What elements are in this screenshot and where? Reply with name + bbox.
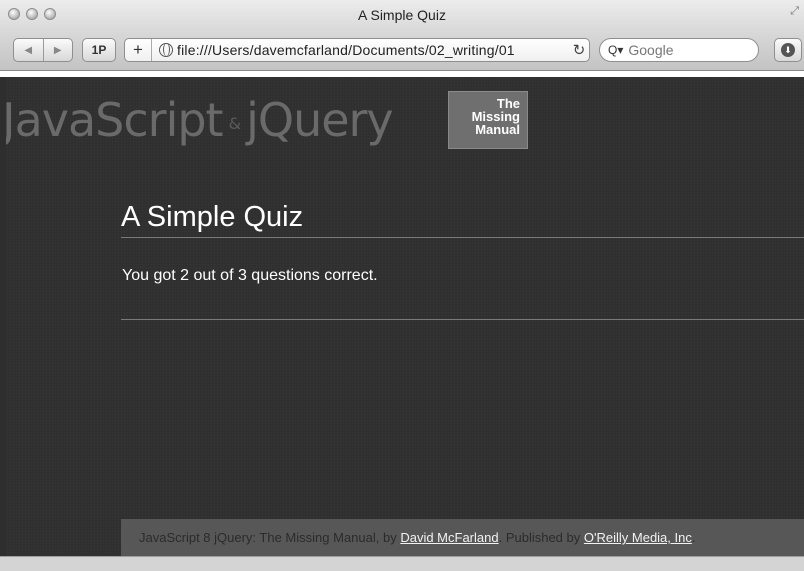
- download-icon: ⬇: [781, 43, 795, 57]
- footer-text: . Published by: [498, 530, 581, 545]
- back-button[interactable]: ◀: [14, 45, 43, 56]
- publisher-link[interactable]: O'Reilly Media, Inc: [584, 530, 692, 545]
- content-divider: [121, 319, 804, 320]
- window-titlebar: A Simple Quiz ⤢ ◀ ▶ 1P + file:///Users/d…: [0, 0, 804, 71]
- site-logo[interactable]: JavaScript & jQuery: [6, 93, 394, 147]
- downloads-button[interactable]: ⬇: [774, 38, 802, 62]
- window-title: A Simple Quiz: [358, 7, 446, 23]
- forward-button[interactable]: ▶: [44, 45, 73, 56]
- quiz-result: You got 2 out of 3 questions correct.: [122, 267, 378, 284]
- reload-icon[interactable]: ↻: [569, 41, 589, 59]
- window-status-bar: [0, 556, 804, 571]
- logo-jquery: jQuery: [246, 93, 394, 147]
- address-bar[interactable]: + file:///Users/davemcfarland/Documents/…: [124, 38, 590, 62]
- browser-window: A Simple Quiz ⤢ ◀ ▶ 1P + file:///Users/d…: [0, 0, 804, 571]
- globe-icon: [159, 43, 173, 57]
- fullscreen-icon[interactable]: ⤢: [790, 4, 799, 18]
- footer-text: JavaScript 8 jQuery: The Missing Manual,…: [139, 530, 397, 545]
- page-footer: JavaScript 8 jQuery: The Missing Manual,…: [121, 519, 804, 556]
- title-divider: [121, 237, 804, 238]
- add-bookmark-button[interactable]: +: [125, 39, 152, 61]
- browser-toolbar: ◀ ▶ 1P + file:///Users/davemcfarland/Doc…: [0, 34, 804, 68]
- author-link[interactable]: David McFarland: [400, 530, 498, 545]
- search-placeholder: Google: [628, 42, 674, 58]
- page-title: A Simple Quiz: [121, 201, 304, 233]
- search-icon[interactable]: Q▾: [608, 43, 623, 57]
- back-forward-buttons: ◀ ▶: [13, 38, 73, 62]
- badge-line: Manual: [475, 122, 520, 137]
- logo-javascript: JavaScript: [6, 93, 224, 147]
- reader-button[interactable]: 1P: [82, 38, 116, 62]
- web-page: JavaScript & jQuery The Missing Manual A S…: [6, 77, 804, 556]
- logo-ampersand: &: [228, 114, 242, 133]
- search-field[interactable]: Q▾ Google: [599, 38, 759, 62]
- missing-manual-badge: The Missing Manual: [448, 91, 528, 149]
- url-field[interactable]: file:///Users/davemcfarland/Documents/02…: [177, 42, 569, 58]
- footer-text: .: [691, 530, 696, 545]
